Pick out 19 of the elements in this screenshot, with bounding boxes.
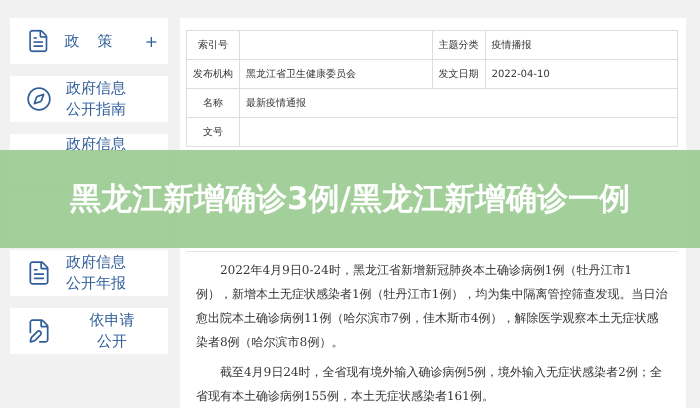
article-paragraph: 2022年4月9日0-24时，黑龙江省新增新冠肺炎本土确诊病例1例（牡丹江市1例），新增本土无症状感染者1例（牡丹江市1例），均为集中隔离管控筛查发现。当日治愈出院本土确诊病例11例（哈尔滨市7例，佳木斯市4例），解除医学观察本土无症状感染者8例（哈尔滨市8例）。 — [195, 262, 668, 351]
banner-title: 黑龙江新增确诊3例/黑龙江新增确诊一例 — [69, 180, 631, 218]
compass-icon — [26, 86, 52, 112]
table-cell: 疫情播报 — [485, 30, 678, 60]
sidebar-label: 政府信息 — [66, 134, 127, 155]
table-cell: 发布机构 — [186, 60, 240, 88]
sidebar-item[interactable]: 政府信息 公开年报 — [10, 250, 168, 296]
article-paragraph: 截至4月9日24时，全省现有境外输入确诊病例5例，境外输入无症状感染者2例；全省现有本土确诊病例155例，本土无症状感染者161例。 — [195, 364, 663, 405]
table-cell: 发文日期 — [432, 60, 486, 88]
table-cell: 文号 — [186, 118, 240, 146]
table-cell: 主题分类 — [432, 30, 486, 60]
sidebar-item[interactable]: 政府信息 公开指南 — [10, 76, 168, 122]
table-cell: 索引号 — [186, 30, 240, 60]
sidebar-item[interactable]: 政策 + — [10, 18, 168, 64]
table-cell: 名称 — [186, 88, 240, 118]
sidebar-item[interactable]: 依申请 公开 — [10, 308, 168, 354]
table-cell: 2022-04-10 — [485, 60, 678, 88]
table-cell: 黑龙江省卫生健康委员会 — [240, 60, 432, 88]
table-cell: 最新疫情通报 — [240, 88, 678, 118]
